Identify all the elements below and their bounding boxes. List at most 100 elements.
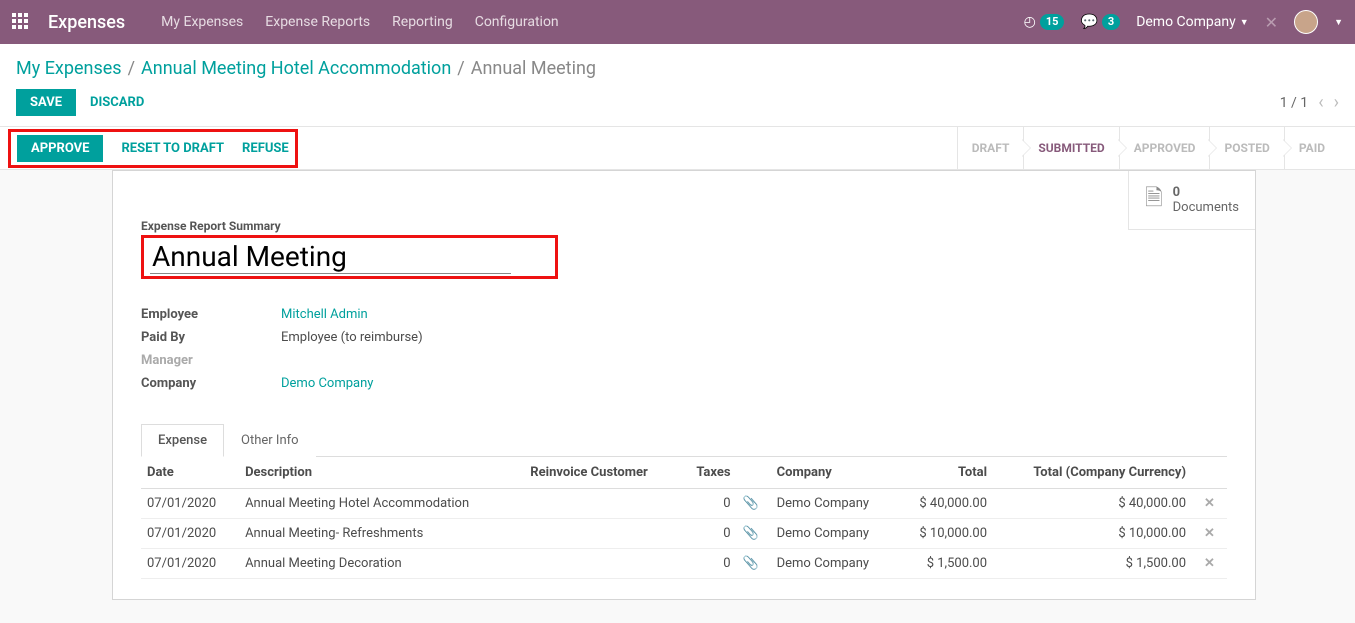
paperclip-icon: 📎 <box>743 556 759 571</box>
cell-delete[interactable]: ✕ <box>1192 549 1227 579</box>
cell-attach-icon[interactable]: 📎 <box>737 489 771 519</box>
paid-by-label: Paid By <box>141 330 281 345</box>
cell-attach-count: 0 <box>681 489 737 519</box>
cell-reinvoice <box>524 489 680 519</box>
pager: 1 / 1 ‹ › <box>1280 92 1339 113</box>
summary-input[interactable] <box>150 240 511 274</box>
breadcrumb: My Expenses / Annual Meeting Hotel Accom… <box>0 44 1355 83</box>
cell-company: Demo Company <box>771 489 897 519</box>
clock-icon: ◴ <box>1024 14 1036 30</box>
cell-description: Annual Meeting Decoration <box>239 549 524 579</box>
expense-lines-table: Date Description Reinvoice Customer Taxe… <box>141 457 1227 579</box>
reset-to-draft-button[interactable]: RESET TO DRAFT <box>121 141 224 156</box>
table-row[interactable]: 07/01/2020Annual Meeting- Refreshments0📎… <box>141 519 1227 549</box>
company-switcher[interactable]: Demo Company ▼ <box>1136 14 1248 30</box>
col-att <box>737 457 771 489</box>
cell-attach-icon[interactable]: 📎 <box>737 549 771 579</box>
employee-value[interactable]: Mitchell Admin <box>281 307 701 322</box>
highlight-title <box>141 235 558 279</box>
col-total-cc[interactable]: Total (Company Currency) <box>993 457 1192 489</box>
top-menu: My Expenses Expense Reports Reporting Co… <box>161 14 558 30</box>
activity-count: 15 <box>1040 14 1065 30</box>
paperclip-icon: 📎 <box>743 496 759 511</box>
discard-button[interactable]: DISCARD <box>90 95 144 110</box>
top-nav: Expenses My Expenses Expense Reports Rep… <box>0 0 1355 44</box>
cell-company: Demo Company <box>771 549 897 579</box>
cell-total-cc: $ 40,000.00 <box>993 489 1192 519</box>
form-fields: Employee Mitchell Admin Paid By Employee… <box>141 307 1227 391</box>
col-reinvoice[interactable]: Reinvoice Customer <box>524 457 680 489</box>
tabs: Expense Other Info <box>141 423 1227 457</box>
tab-other-info[interactable]: Other Info <box>224 424 316 457</box>
menu-configuration[interactable]: Configuration <box>475 14 559 30</box>
menu-expense-reports[interactable]: Expense Reports <box>265 14 370 30</box>
col-actions <box>1192 457 1227 489</box>
delete-row-icon: ✕ <box>1198 496 1215 511</box>
paid-by-value: Employee (to reimburse) <box>281 330 701 345</box>
cell-date: 07/01/2020 <box>141 549 239 579</box>
cell-total: $ 1,500.00 <box>897 549 993 579</box>
user-caret-icon: ▼ <box>1334 17 1343 28</box>
cell-delete[interactable]: ✕ <box>1192 519 1227 549</box>
manager-label: Manager <box>141 353 281 368</box>
employee-label: Employee <box>141 307 281 322</box>
message-count: 3 <box>1102 14 1120 30</box>
edit-controls: SAVE DISCARD 1 / 1 ‹ › <box>0 83 1355 126</box>
activity-button[interactable]: ◴ 15 <box>1024 14 1065 30</box>
pager-prev[interactable]: ‹ <box>1318 92 1323 113</box>
status-paid[interactable]: PAID <box>1284 127 1339 169</box>
cell-company: Demo Company <box>771 519 897 549</box>
col-company[interactable]: Company <box>771 457 897 489</box>
menu-reporting[interactable]: Reporting <box>392 14 453 30</box>
chat-icon: 💬 <box>1080 14 1097 30</box>
cell-total: $ 10,000.00 <box>897 519 993 549</box>
cell-total-cc: $ 1,500.00 <box>993 549 1192 579</box>
cell-total-cc: $ 10,000.00 <box>993 519 1192 549</box>
status-draft[interactable]: DRAFT <box>957 127 1024 169</box>
cell-total: $ 40,000.00 <box>897 489 993 519</box>
menu-my-expenses[interactable]: My Expenses <box>161 14 243 30</box>
app-brand: Expenses <box>48 12 125 33</box>
cell-attach-icon[interactable]: 📎 <box>737 519 771 549</box>
status-bar: DRAFT SUBMITTED APPROVED POSTED PAID <box>957 127 1339 169</box>
documents-button[interactable]: 🗎 0 Documents <box>1128 171 1255 230</box>
cell-attach-count: 0 <box>681 549 737 579</box>
col-taxes[interactable]: Taxes <box>681 457 737 489</box>
messaging-button[interactable]: 💬 3 <box>1080 14 1120 30</box>
cell-date: 07/01/2020 <box>141 489 239 519</box>
table-row[interactable]: 07/01/2020Annual Meeting Decoration 0 📎 Dem… <box>141 549 1227 579</box>
breadcrumb-current: Annual Meeting <box>471 58 596 79</box>
save-button[interactable]: SAVE <box>16 89 76 116</box>
tab-expense[interactable]: Expense <box>141 424 224 457</box>
col-total[interactable]: Total <box>897 457 993 489</box>
caret-down-icon: ▼ <box>1240 17 1249 28</box>
status-approved[interactable]: APPROVED <box>1119 127 1210 169</box>
company-value[interactable]: Demo Company <box>281 376 701 391</box>
pager-next[interactable]: › <box>1334 92 1339 113</box>
cell-attach-count: 0 <box>681 519 737 549</box>
delete-row-icon: ✕ <box>1198 556 1215 571</box>
breadcrumb-parent[interactable]: Annual Meeting Hotel Accommodation <box>141 58 451 79</box>
cell-description: Annual Meeting- Refreshments <box>239 519 524 549</box>
approve-button[interactable]: APPROVE <box>17 135 103 162</box>
breadcrumb-root[interactable]: My Expenses <box>16 58 122 79</box>
debug-icon[interactable]: ✕ <box>1265 13 1278 32</box>
cell-description: Annual Meeting Hotel Accommodation <box>239 489 524 519</box>
user-avatar[interactable] <box>1294 10 1318 34</box>
delete-row-icon: ✕ <box>1198 526 1215 541</box>
refuse-button[interactable]: REFUSE <box>242 141 289 156</box>
documents-label: Documents <box>1173 200 1239 215</box>
col-date[interactable]: Date <box>141 457 239 489</box>
status-submitted[interactable]: SUBMITTED <box>1023 127 1118 169</box>
summary-label: Expense Report Summary <box>141 219 1227 233</box>
pager-text: 1 / 1 <box>1280 95 1308 111</box>
apps-icon[interactable] <box>12 13 30 31</box>
table-row[interactable]: 07/01/2020Annual Meeting Hotel Accommoda… <box>141 489 1227 519</box>
company-name: Demo Company <box>1136 14 1236 30</box>
company-label: Company <box>141 376 281 391</box>
highlight-actions: APPROVE RESET TO DRAFT REFUSE <box>8 129 298 168</box>
col-description[interactable]: Description <box>239 457 524 489</box>
paperclip-icon: 📎 <box>743 526 759 541</box>
status-posted[interactable]: POSTED <box>1209 127 1283 169</box>
cell-delete[interactable]: ✕ <box>1192 489 1227 519</box>
